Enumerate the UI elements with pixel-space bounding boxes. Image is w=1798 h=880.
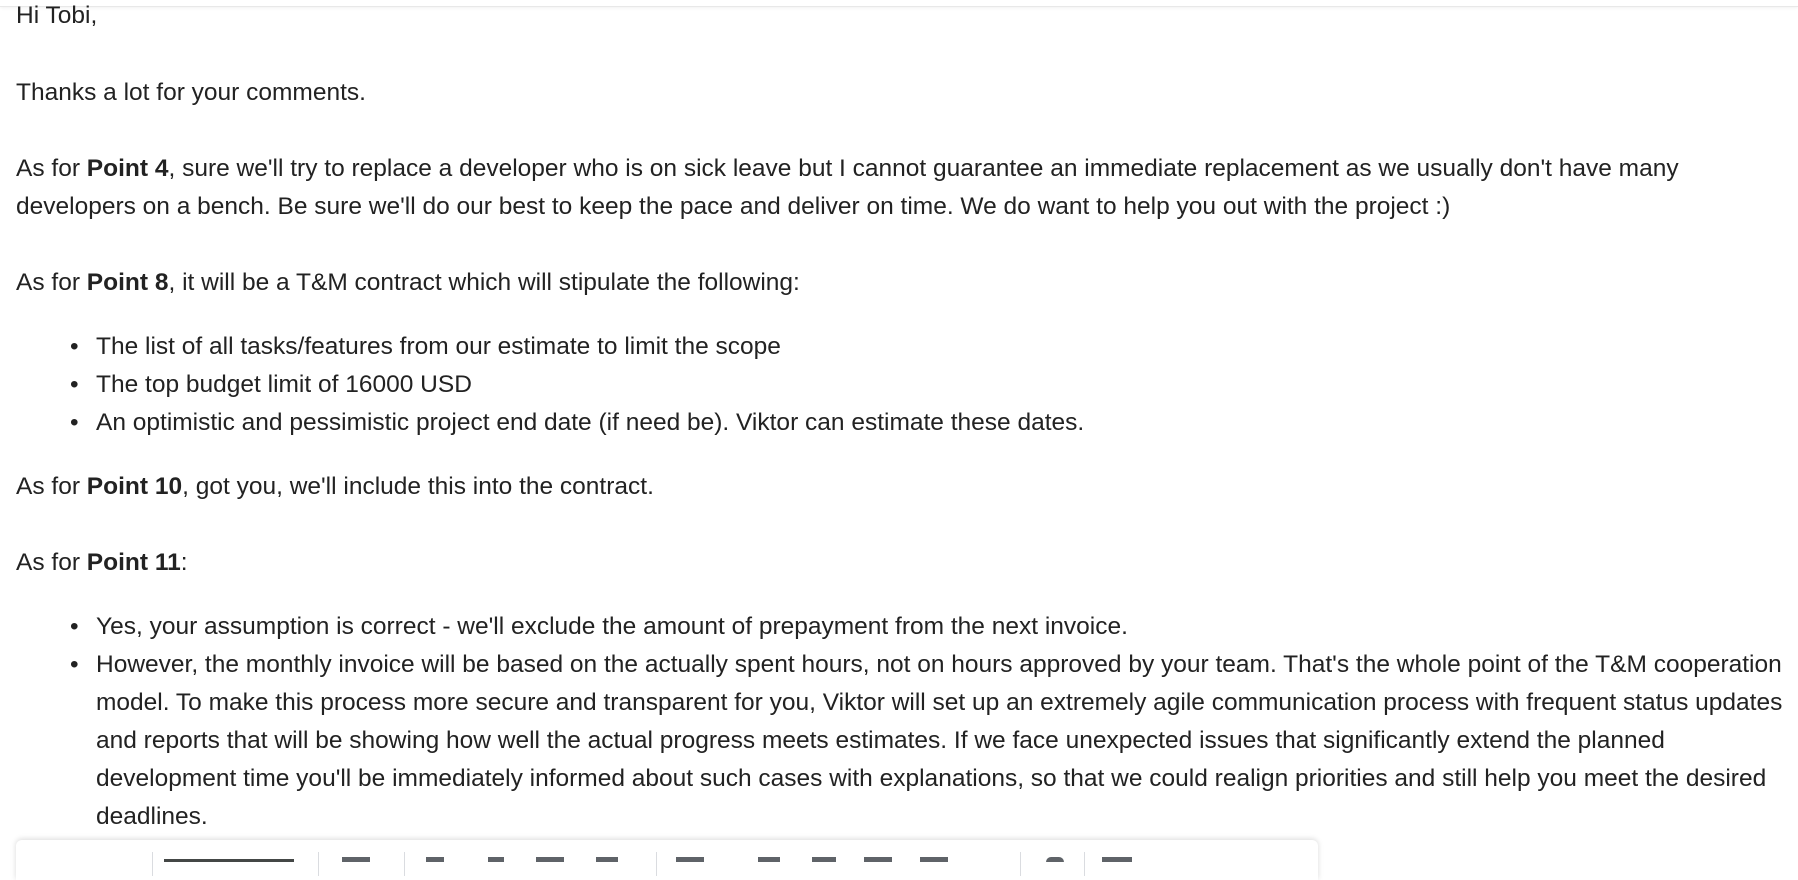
- point4-paragraph: As for Point 4, sure we'll try to replac…: [16, 150, 1796, 226]
- point8-text: , it will be a T&M contract which will s…: [168, 269, 800, 296]
- point10-paragraph: As for Point 10, got you, we'll include …: [16, 468, 654, 506]
- bullet-icon: •: [70, 371, 79, 398]
- point11-paragraph: As for Point 11:: [16, 544, 188, 582]
- remove-formatting-icon[interactable]: [1046, 857, 1064, 862]
- list-item-text: However, the monthly invoice will be bas…: [96, 651, 1783, 830]
- point4-prefix: As for: [16, 155, 87, 182]
- point10-text: , got you, we'll include this into the c…: [182, 473, 654, 500]
- list-item-text: The list of all tasks/features from our …: [96, 333, 781, 360]
- indent-less-icon[interactable]: [864, 857, 892, 862]
- list-item: • The list of all tasks/features from our…: [70, 328, 1084, 366]
- list-item-text: The top budget limit of 16000 USD: [96, 371, 472, 398]
- list-item: • However, the monthly invoice will be ba…: [70, 646, 1796, 836]
- thanks-paragraph: Thanks a lot for your comments.: [16, 79, 366, 106]
- italic-icon[interactable]: [488, 857, 504, 862]
- bold-icon[interactable]: [426, 857, 444, 862]
- toolbar-divider: [404, 852, 405, 876]
- point8-list: • The list of all tasks/features from our…: [16, 328, 1084, 442]
- point10-label: Point 10: [86, 473, 183, 500]
- numbered-list-icon[interactable]: [758, 857, 780, 862]
- bullet-icon: •: [70, 651, 79, 678]
- point11-prefix: As for: [16, 549, 87, 576]
- list-item: • An optimistic and pessimistic project e…: [70, 404, 1085, 442]
- point8-prefix: As for: [16, 269, 87, 296]
- point11-list: • Yes, your assumption is correct - we'll…: [16, 608, 1798, 836]
- underline-icon[interactable]: [536, 857, 564, 862]
- header-edge: [0, 0, 1798, 7]
- toolbar-divider: [656, 852, 657, 876]
- indent-more-icon[interactable]: [920, 857, 948, 862]
- toolbar-divider: [152, 852, 153, 876]
- list-item-text: Yes, your assumption is correct - we'll …: [96, 613, 1128, 640]
- bullet-icon: •: [70, 409, 79, 436]
- point11-text: :: [180, 549, 188, 576]
- more-icon[interactable]: [1102, 857, 1132, 862]
- point8-label: Point 8: [86, 269, 169, 296]
- greeting: Hi Tobi,: [16, 2, 98, 29]
- toolbar-divider: [1084, 852, 1085, 876]
- list-item-text: An optimistic and pessimistic project en…: [96, 409, 1085, 436]
- toolbar-divider: [1020, 852, 1021, 876]
- point11-label: Point 11: [86, 549, 181, 576]
- point8-paragraph: As for Point 8, it will be a T&M contrac…: [16, 264, 800, 302]
- bullet-icon: •: [70, 613, 79, 640]
- list-item: • Yes, your assumption is correct - we'll…: [70, 608, 1796, 646]
- toolbar-divider: [318, 852, 319, 876]
- compose-formatting-toolbar: [16, 840, 1318, 880]
- point4-label: Point 4: [86, 155, 169, 182]
- list-item: • The top budget limit of 16000 USD: [70, 366, 1084, 404]
- bullet-icon: •: [70, 333, 79, 360]
- font-size-icon[interactable]: [342, 857, 370, 862]
- align-icon[interactable]: [676, 857, 704, 862]
- point4-text: , sure we'll try to replace a developer …: [16, 155, 1679, 220]
- point10-prefix: As for: [16, 473, 87, 500]
- text-color-icon[interactable]: [596, 857, 618, 862]
- bulleted-list-icon[interactable]: [812, 857, 836, 862]
